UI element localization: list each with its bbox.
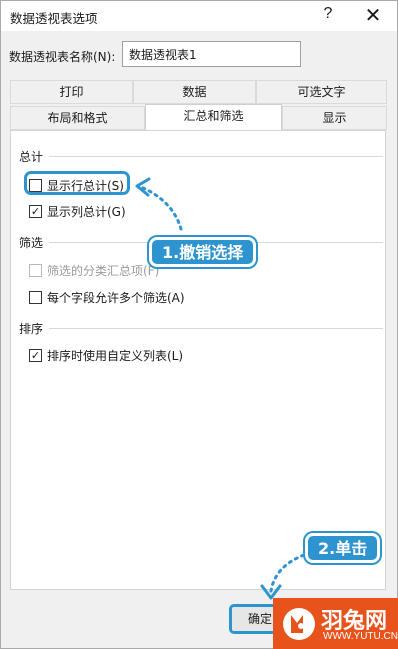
pivot-name-input[interactable]: 数据透视表1 xyxy=(122,41,301,67)
close-button[interactable]: ✕ xyxy=(361,3,385,27)
callout-step2: 2.单击 xyxy=(305,533,381,563)
option-custom-list-sort[interactable]: ✓ 排序时使用自定义列表(L) xyxy=(29,346,183,364)
section-divider xyxy=(49,156,383,157)
dialog-title: 数据透视表选项 xyxy=(10,11,98,26)
tab-print[interactable]: 打印 xyxy=(10,80,133,104)
tab-totals-filters[interactable]: 汇总和筛选 xyxy=(145,104,282,131)
help-button[interactable]: ? xyxy=(319,5,337,23)
option-show-column-totals[interactable]: ✓ 显示列总计(G) xyxy=(29,202,126,220)
checkbox-custom-list-sort[interactable]: ✓ xyxy=(29,348,42,362)
section-title-sorting: 排序 xyxy=(19,322,44,336)
tab-display[interactable]: 显示 xyxy=(282,106,387,130)
row-totals-highlight xyxy=(24,171,130,195)
option-multiple-filters[interactable]: 每个字段允许多个筛选(A) xyxy=(29,288,185,306)
checkbox-column-totals[interactable]: ✓ xyxy=(29,204,42,218)
title-bar: 数据透视表选项 ? ✕ xyxy=(1,1,397,31)
option-filtered-subtotals: 筛选的分类汇总项(F) xyxy=(29,261,159,279)
checkbox-filtered-subtotals xyxy=(29,263,42,277)
tab-data[interactable]: 数据 xyxy=(133,80,256,104)
tab-layout-format[interactable]: 布局和格式 xyxy=(10,106,145,130)
checkbox-filtered-subtotals-label: 筛选的分类汇总项(F) xyxy=(47,263,160,278)
pivot-options-dialog: 数据透视表选项 ? ✕ 数据透视表名称(N): 数据透视表1 打印 数据 可选文… xyxy=(0,0,398,649)
checkbox-multiple-filters-label: 每个字段允许多个筛选(A) xyxy=(47,290,185,305)
section-title-filters: 筛选 xyxy=(19,236,44,250)
checkbox-custom-list-sort-label: 排序时使用自定义列表(L) xyxy=(47,348,184,363)
callout-step1: 1.撤销选择 xyxy=(149,237,257,267)
watermark-url: WWW.YUTU.CN xyxy=(323,631,398,642)
checkbox-multiple-filters[interactable] xyxy=(29,290,42,304)
yutu-watermark: 羽兔网 WWW.YUTU.CN xyxy=(273,598,398,649)
section-title-totals: 总计 xyxy=(19,150,44,164)
tab-alt-text[interactable]: 可选文字 xyxy=(256,80,387,104)
yutu-logo-icon xyxy=(283,608,315,640)
checkbox-column-totals-label: 显示列总计(G) xyxy=(47,204,126,219)
pivot-name-label: 数据透视表名称(N): xyxy=(9,50,116,64)
section-divider xyxy=(49,328,383,329)
